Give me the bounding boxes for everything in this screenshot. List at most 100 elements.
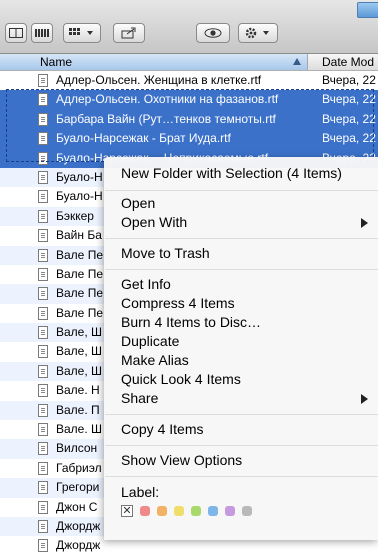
- file-name: Адлер-Ольсен. Женщина в клетке.rtf: [56, 73, 262, 87]
- submenu-arrow-icon: [361, 394, 368, 404]
- file-name: Вале. Ш: [56, 422, 103, 437]
- gear-icon: [245, 27, 269, 39]
- context-menu: New Folder with Selection (4 Items) Open…: [104, 157, 378, 540]
- rtf-file-icon: [38, 287, 48, 301]
- menu-open-with[interactable]: Open With: [121, 213, 187, 232]
- rtf-file-icon: [38, 364, 48, 378]
- menu-new-folder-with-selection[interactable]: New Folder with Selection (4 Items): [121, 164, 342, 183]
- label-color-swatch[interactable]: [157, 506, 167, 516]
- file-name: Вале, Ш: [56, 325, 103, 340]
- arrange-button[interactable]: [63, 23, 101, 43]
- folder-icon: [357, 2, 378, 18]
- file-row[interactable]: Буало-Нарсежак - Брат Иуда.rtf Вчера, 22: [0, 129, 378, 149]
- cover-flow-button[interactable]: [31, 23, 53, 43]
- rtf-file-icon: [38, 170, 48, 184]
- rtf-file-icon: [38, 481, 48, 495]
- rtf-file-icon: [38, 539, 48, 553]
- file-name: Вале. П: [56, 402, 100, 417]
- share-button[interactable]: [113, 23, 145, 43]
- label-color-swatch[interactable]: [208, 506, 218, 516]
- finder-toolbar: [0, 0, 378, 54]
- rtf-file-icon: [38, 306, 48, 320]
- menu-make-alias[interactable]: Make Alias: [121, 351, 189, 370]
- file-name: Вале Пе: [56, 286, 103, 301]
- rtf-file-icon: [38, 326, 48, 340]
- file-row[interactable]: Адлер-Ольсен. Охотники на фазанов.rtf Вче…: [0, 90, 378, 110]
- list-view-icon: [9, 28, 23, 38]
- rtf-file-icon: [38, 345, 48, 359]
- menu-show-view-options[interactable]: Show View Options: [121, 451, 242, 470]
- label-color-swatch[interactable]: [242, 506, 252, 516]
- rtf-file-icon: [38, 519, 48, 533]
- menu-open[interactable]: Open: [121, 194, 155, 213]
- quick-look-button[interactable]: [196, 23, 230, 43]
- menu-duplicate[interactable]: Duplicate: [121, 332, 179, 351]
- file-name: Бэккер: [56, 208, 94, 223]
- file-name: Вале Пе: [56, 247, 103, 262]
- file-row[interactable]: Барбара Вайн (Рут…тенков темноты.rtf Вчер…: [0, 109, 378, 130]
- label-color-swatches: ✕: [121, 505, 259, 517]
- action-button[interactable]: [238, 23, 278, 43]
- rtf-file-icon: [38, 442, 48, 456]
- name-column-header[interactable]: Name: [0, 54, 308, 70]
- menu-label-title: Label:: [121, 484, 160, 500]
- file-date: Вчера, 22: [322, 92, 376, 107]
- label-color-swatch[interactable]: [140, 506, 150, 516]
- label-color-swatch[interactable]: [191, 506, 201, 516]
- file-name: Габриэл: [56, 460, 102, 475]
- file-name: Адлер-Ольсен. Охотники на фазанов.rtf: [56, 92, 279, 107]
- rtf-file-icon: [38, 500, 48, 514]
- file-date: Вчера, 22: [322, 111, 376, 126]
- column-header: Name Date Mod: [0, 54, 378, 71]
- file-name: Вале Пе: [56, 266, 103, 281]
- menu-separator: [105, 238, 378, 239]
- share-icon: [121, 27, 136, 39]
- file-date: Вчера, 22: [322, 73, 376, 87]
- file-row[interactable]: Адлер-Ольсен. Женщина в клетке.rtf Вчера,…: [0, 71, 378, 90]
- label-color-swatch[interactable]: [174, 506, 184, 516]
- rtf-file-icon: [38, 190, 48, 204]
- rtf-file-icon: [38, 267, 48, 281]
- file-name: Буало-Н: [56, 189, 103, 204]
- menu-separator: [105, 190, 378, 191]
- submenu-arrow-icon: [361, 218, 368, 228]
- sort-ascending-icon: [293, 58, 301, 65]
- file-name: Джон С: [56, 499, 98, 514]
- rtf-file-icon: [38, 229, 48, 243]
- rtf-file-icon: [38, 403, 48, 417]
- menu-separator: [105, 476, 378, 477]
- file-name: Буало-Нарсежак - Брат Иуда.rtf: [56, 131, 231, 146]
- name-column-label: Name: [40, 55, 73, 69]
- menu-copy[interactable]: Copy 4 Items: [121, 420, 203, 439]
- file-name: Вале. Н: [56, 383, 100, 398]
- rtf-file-icon: [38, 132, 48, 146]
- file-name: Буало-Н: [56, 169, 103, 184]
- rtf-file-icon: [38, 74, 48, 87]
- menu-separator: [105, 445, 378, 446]
- file-date: Вчера, 22: [322, 131, 376, 146]
- rtf-file-icon: [38, 423, 48, 437]
- file-name: Джордж: [56, 538, 101, 553]
- rtf-file-icon: [38, 248, 48, 262]
- menu-burn[interactable]: Burn 4 Items to Disc…: [121, 313, 261, 332]
- date-column-header[interactable]: Date Mod: [322, 55, 374, 69]
- menu-move-to-trash[interactable]: Move to Trash: [121, 244, 210, 263]
- file-name: Барбара Вайн (Рут…тенков темноты.rtf: [56, 111, 276, 126]
- file-name: Вайн Ба: [56, 228, 102, 243]
- menu-compress[interactable]: Compress 4 Items: [121, 294, 235, 313]
- label-none-swatch[interactable]: ✕: [121, 505, 133, 517]
- grid-arrange-icon: [69, 28, 93, 35]
- list-view-button[interactable]: [5, 23, 27, 43]
- file-name: Грегори: [56, 480, 100, 495]
- rtf-file-icon: [38, 112, 48, 126]
- menu-quick-look[interactable]: Quick Look 4 Items: [121, 370, 241, 389]
- menu-share[interactable]: Share: [121, 389, 158, 408]
- cover-flow-icon: [35, 29, 49, 37]
- file-name: Вале Пе: [56, 305, 103, 320]
- rtf-file-icon: [38, 151, 48, 165]
- label-color-swatch[interactable]: [225, 506, 235, 516]
- menu-separator: [105, 269, 378, 270]
- rtf-file-icon: [38, 93, 48, 107]
- menu-separator: [105, 414, 378, 415]
- menu-get-info[interactable]: Get Info: [121, 275, 171, 294]
